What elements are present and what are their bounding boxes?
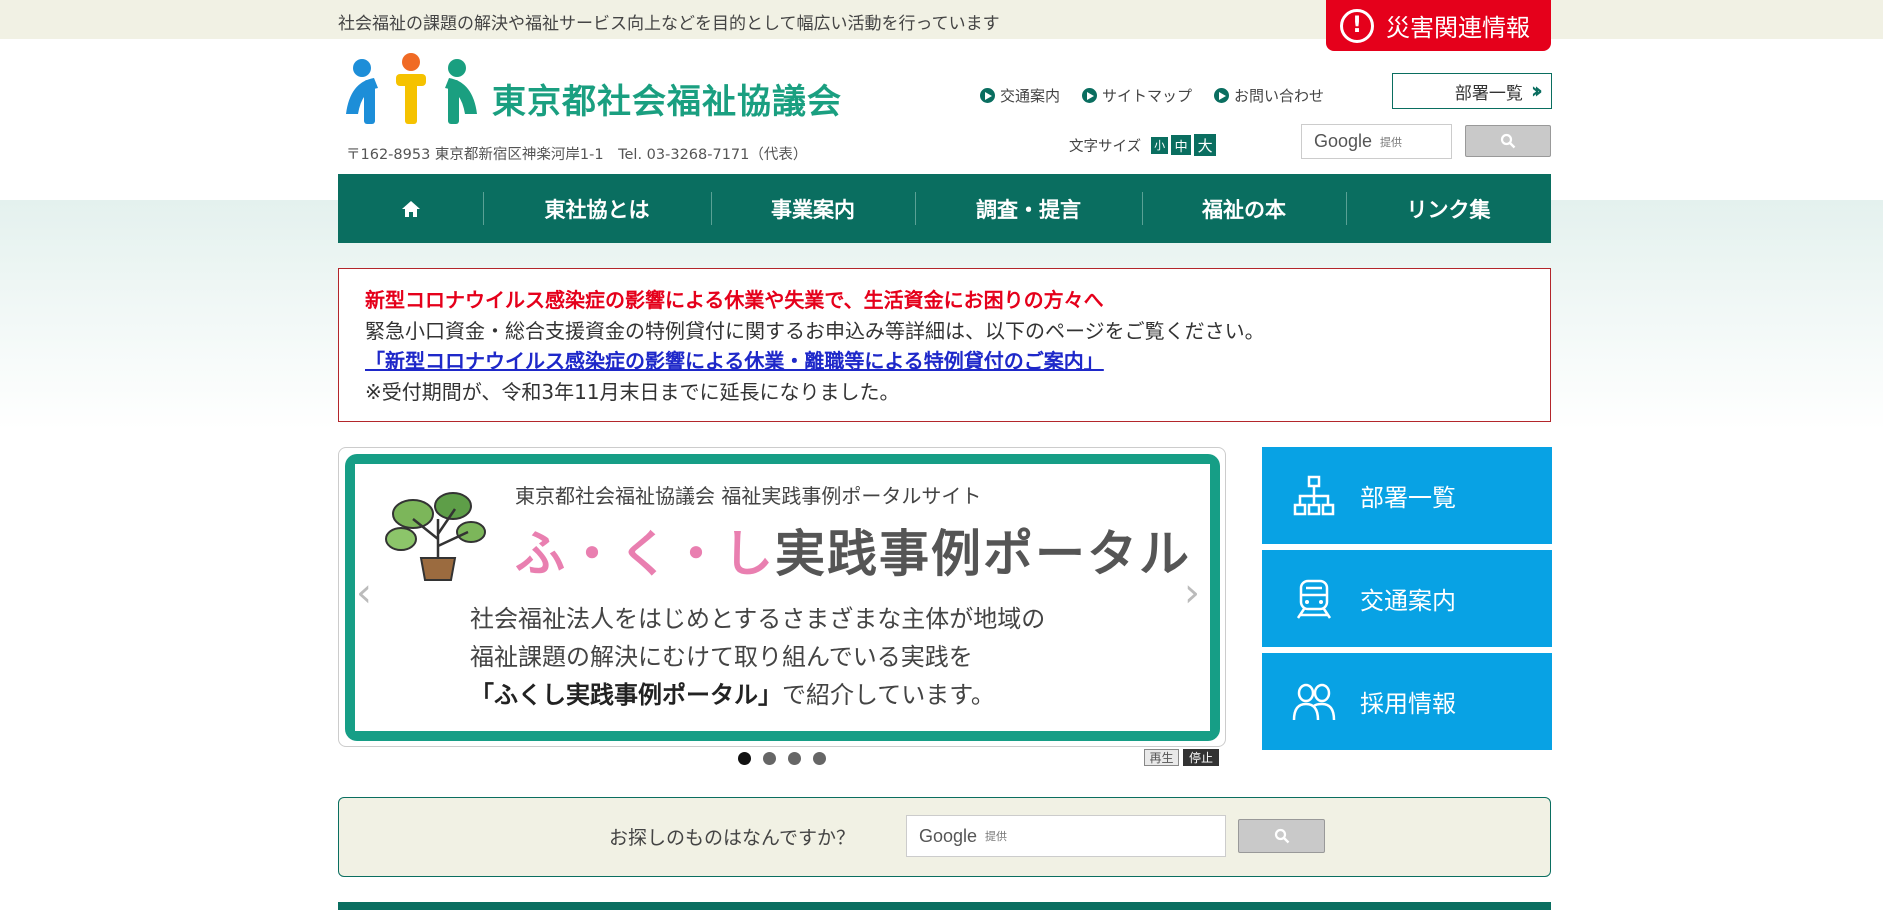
nav-home[interactable] [338, 174, 483, 243]
carousel-dot-2[interactable] [763, 752, 776, 765]
train-icon [1296, 579, 1332, 619]
double-chevron-icon: ›› [1530, 78, 1543, 104]
header-search-button[interactable] [1465, 125, 1551, 157]
util-link-access[interactable]: 交通案内 [980, 85, 1060, 106]
play-bullet-icon [980, 88, 995, 103]
util-link-contact[interactable]: お問い合わせ [1214, 85, 1324, 106]
carousel-next-icon[interactable]: › [1184, 570, 1200, 616]
footer-bar [338, 902, 1551, 910]
nav-books[interactable]: 福祉の本 [1142, 174, 1346, 243]
carousel: 東京都社会福祉協議会 福祉実践事例ポータルサイト ふ・く・し実践事例ポータル 社… [338, 447, 1226, 747]
font-size-large[interactable]: 大 [1194, 134, 1217, 156]
carousel-stop-button[interactable]: 停止 [1183, 749, 1219, 766]
font-size-small[interactable]: 小 [1151, 136, 1169, 154]
notice-link[interactable]: 「新型コロナウイルス感染症の影響による休業・離職等による特例貸付のご案内」 [365, 349, 1104, 373]
font-size-control: 文字サイズ 小 中 大 [1069, 134, 1217, 156]
play-bullet-icon [1082, 88, 1098, 103]
disaster-info-label: 災害関連情報 [1386, 14, 1530, 42]
side-dept-list-button[interactable]: 部署一覧 [1262, 447, 1552, 544]
search-question: お探しのものはなんですか？ [609, 827, 856, 849]
play-bullet-icon [1214, 88, 1230, 103]
site-search-input[interactable]: Google 提供 [906, 815, 1226, 857]
exclamation-icon: ! [1340, 8, 1374, 43]
search-icon [1500, 133, 1516, 149]
notice-body: 緊急小口資金・総合支援資金の特例貸付に関するお申込み等詳細は、以下のページをご覧… [365, 318, 1265, 343]
carousel-play-button[interactable]: 再生 [1144, 749, 1179, 766]
org-name: 東京都社会福祉協議会 [492, 82, 842, 122]
carousel-dot-4[interactable] [813, 752, 826, 765]
slide-subtitle: 東京都社会福祉協議会 福祉実践事例ポータルサイト [515, 484, 982, 508]
dept-list-button[interactable]: 部署一覧 ›› [1392, 73, 1552, 109]
covid-notice: 新型コロナウイルス感染症の影響による休業や失業で、生活資金にお困りの方々へ 緊急… [338, 268, 1551, 422]
nav-links[interactable]: リンク集 [1346, 174, 1551, 243]
disaster-info-button[interactable]: ! 災害関連情報 [1326, 0, 1551, 51]
people-icon [1292, 683, 1336, 720]
font-size-medium[interactable]: 中 [1171, 135, 1192, 155]
logo-icon[interactable] [344, 52, 479, 126]
side-recruit-button[interactable]: 採用情報 [1262, 653, 1552, 750]
carousel-pagination [738, 752, 826, 765]
header-search-input[interactable]: Google 提供 [1301, 124, 1452, 159]
org-chart-icon [1293, 475, 1335, 515]
carousel-prev-icon[interactable]: ‹ [356, 570, 372, 616]
carousel-slide[interactable]: 東京都社会福祉協議会 福祉実践事例ポータルサイト ふ・く・し実践事例ポータル 社… [345, 454, 1220, 741]
notice-note: ※受付期間が、令和3年11月末日までに延長になりました。 [365, 379, 900, 404]
utility-links: 交通案内 サイトマップ お問い合わせ [980, 85, 1324, 106]
nav-business[interactable]: 事業案内 [711, 174, 915, 243]
carousel-dot-1[interactable] [738, 752, 751, 765]
home-icon [401, 200, 420, 217]
address: 〒162-8953 東京都新宿区神楽河岸1-1 Tel. 03-3268-717… [346, 147, 808, 163]
search-icon [1274, 828, 1289, 844]
plant-icon [385, 492, 486, 581]
notice-heading: 新型コロナウイルス感染症の影響による休業や失業で、生活資金にお困りの方々へ [365, 288, 1104, 312]
side-access-button[interactable]: 交通案内 [1262, 550, 1552, 647]
nav-about[interactable]: 東社協とは [483, 174, 711, 243]
nav-research[interactable]: 調査・提言 [915, 174, 1142, 243]
slide-text: 社会福祉法人をはじめとするさまざまな主体が地域の 福祉課題の解決にむけて取り組ん… [470, 605, 1046, 709]
slide-title: ふ・く・し実践事例ポータル [515, 525, 1191, 583]
global-nav: 東社協とは 事業案内 調査・提言 福祉の本 リンク集 [338, 174, 1551, 243]
util-link-sitemap[interactable]: サイトマップ [1082, 85, 1192, 106]
tagline: 社会福祉の課題の解決や福祉サービス向上などを目的として幅広い活動を行っています [338, 14, 1000, 34]
site-search-button[interactable] [1238, 819, 1325, 853]
carousel-dot-3[interactable] [788, 752, 801, 765]
